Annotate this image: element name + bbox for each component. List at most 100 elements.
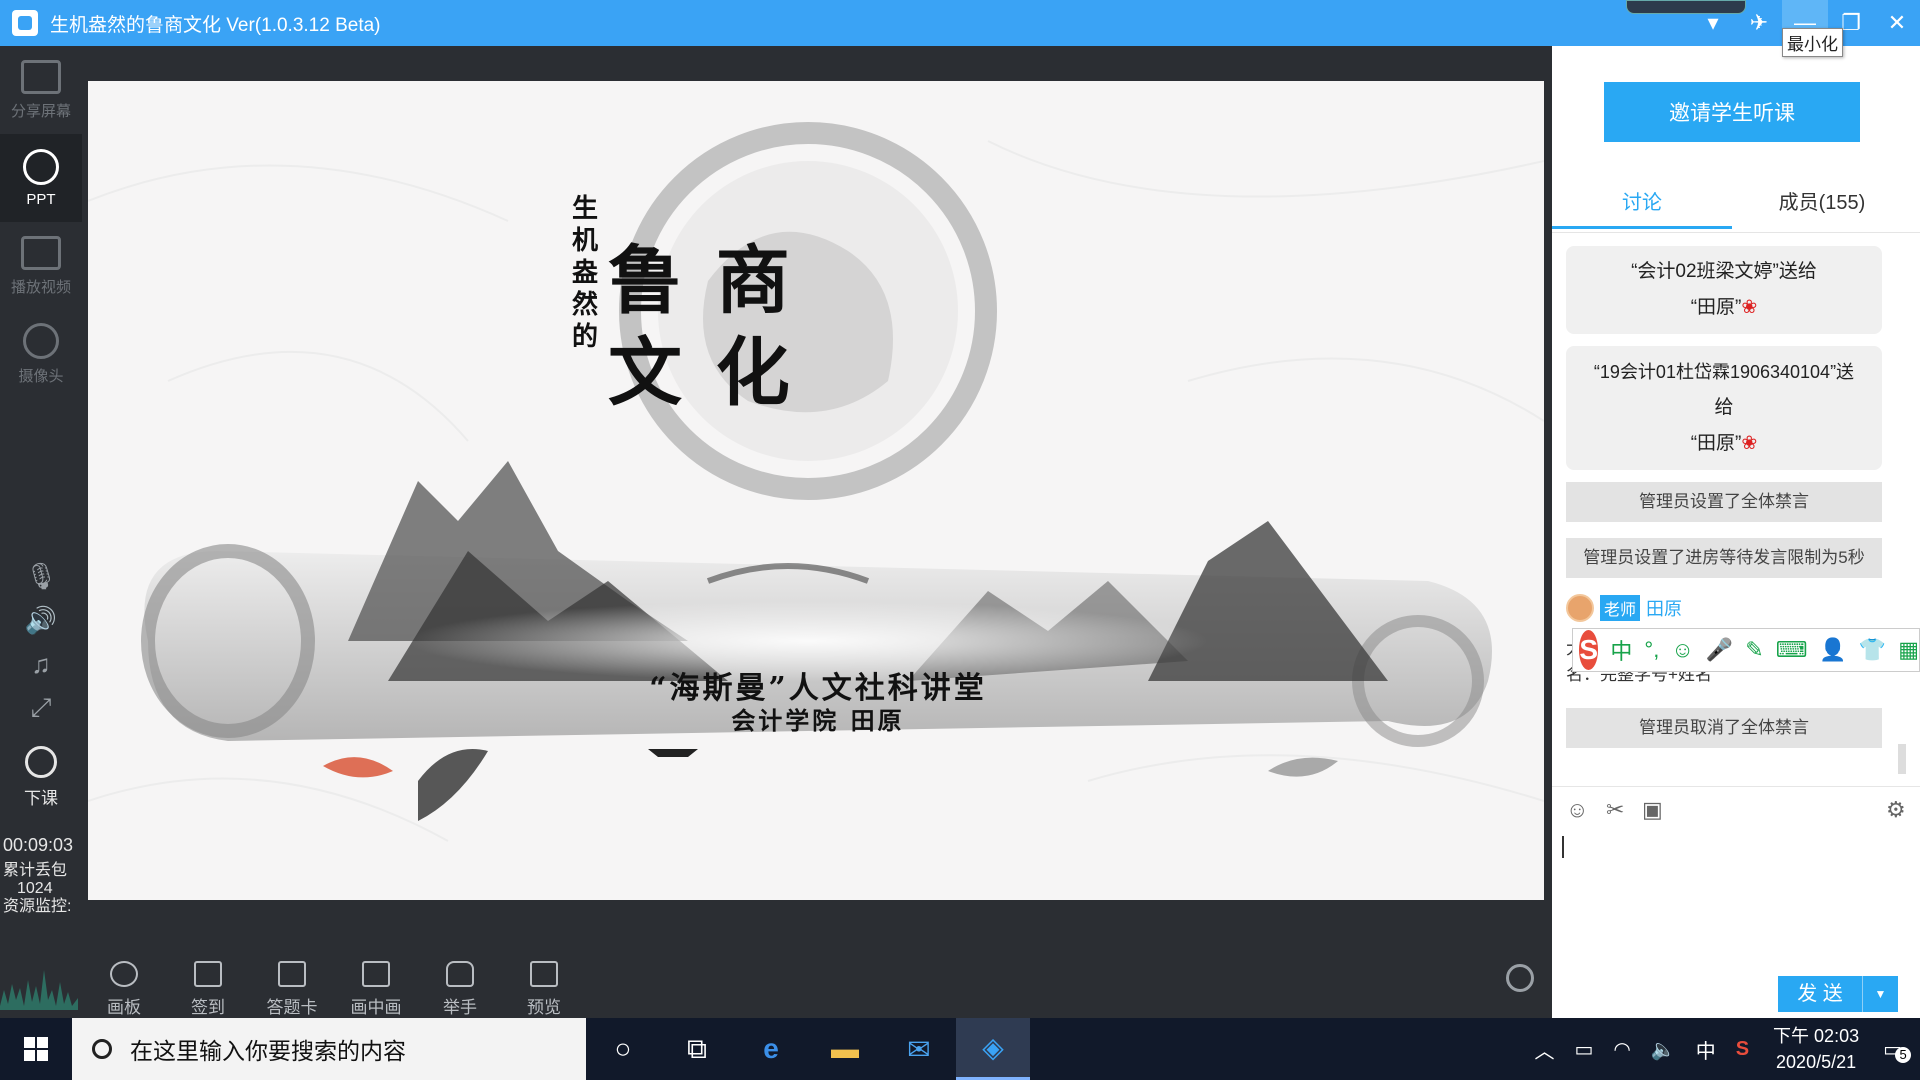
resource-monitor-graph (0, 960, 78, 1010)
slide-vertical-title: 生 机 盎 然 的 (570, 193, 600, 353)
picture-in-picture-label: 画中画 (350, 998, 402, 1017)
raise-hand-label: 举手 (443, 998, 477, 1017)
emoji-icon[interactable]: ☺ (1566, 797, 1588, 823)
music-icon[interactable]: ♫ (0, 642, 82, 686)
packet-loss-label: 累计丢包 (3, 862, 68, 879)
ppt-button[interactable]: PPT (0, 134, 82, 222)
punctuation-icon[interactable]: °, (1644, 637, 1659, 663)
class-timer: 00:09:03 (3, 835, 74, 855)
gift-recipient: “田原”❀ (1690, 433, 1758, 454)
user-icon[interactable]: 👤 (1819, 637, 1846, 663)
resource-monitor-label: 资源监控: (3, 898, 72, 915)
pin-icon[interactable]: ✈ (1736, 0, 1782, 46)
end-class-button[interactable]: 下课 (0, 746, 82, 809)
slide-main-title-line1: 鲁 商 (608, 238, 794, 324)
share-screen-label: 分享屏幕 (10, 102, 71, 120)
picture-in-picture-button[interactable]: 画中画 (334, 961, 418, 1018)
keyboard-icon[interactable]: ⌨ (1776, 637, 1808, 663)
image-icon[interactable]: ▣ (1642, 797, 1663, 823)
sogou-logo-icon[interactable]: S (1579, 630, 1599, 670)
palette-label: 画板 (107, 998, 141, 1017)
edge-icon[interactable]: e (734, 1018, 808, 1080)
gift-text: “19会计01杜岱霖1906340104”送 (1593, 362, 1855, 382)
vertical-char: 的 (571, 322, 598, 352)
preview-label: 预览 (527, 998, 561, 1017)
battery-icon[interactable]: ▭ (1574, 1037, 1593, 1062)
speaker-icon[interactable]: 🔊 (0, 598, 82, 642)
tab-discussion[interactable]: 讨论 (1552, 186, 1732, 230)
vertical-char: 然 (571, 290, 598, 320)
packet-loss-value: 1024 (17, 880, 53, 897)
close-icon[interactable]: ✕ (1874, 0, 1920, 46)
session-stats: 00:09:03 累计丢包 1024 资源监控: (0, 836, 82, 916)
mail-icon[interactable]: ✉ (882, 1018, 956, 1080)
avatar (1566, 594, 1594, 622)
task-view-icon[interactable]: ⧉ (660, 1018, 734, 1080)
power-icon[interactable] (1506, 964, 1534, 992)
vertical-char: 盎 (571, 258, 598, 288)
slide-main-title-line2: 文 化 (608, 330, 794, 416)
voice-icon[interactable]: 🎤 (1706, 637, 1733, 663)
window-title: 生机盎然的鲁商文化 Ver(1.0.3.12 Beta) (50, 14, 381, 36)
check-in-button[interactable]: 签到 (166, 961, 250, 1018)
teacher-name[interactable]: 田原 (1646, 595, 1682, 621)
smile-icon[interactable]: ☺ (1671, 637, 1693, 663)
apps-icon[interactable]: ▦ (1898, 637, 1919, 663)
fullscreen-icon[interactable]: ⤢ (0, 686, 82, 730)
scissors-icon[interactable]: ✂ (1606, 797, 1624, 823)
chat-input-toolbar: ☺ ✂ ▣ ⚙ (1552, 786, 1920, 826)
ppt-slide: 生 机 盎 然 的 鲁 商 文 化 “海斯曼”人文社科讲堂 会计学院 田原 (88, 81, 1544, 900)
windows-start-button[interactable] (0, 1018, 72, 1080)
preview-button[interactable]: 预览 (502, 961, 586, 1018)
chat-messages: “会计02班梁文婷”送给 “田原”❀ “19会计01杜岱霖1906340104”… (1566, 246, 1882, 764)
ime-toolbar: S 中 °, ☺ 🎤 ✎ ⌨ 👤 👕 ▦ (1572, 628, 1920, 672)
right-panel: 邀请学生听课 讨论 成员(155) “会计02班梁文婷”送给 “田原”❀ “19… (1552, 46, 1920, 1018)
raise-hand-button[interactable]: 举手 (418, 961, 502, 1018)
system-message: 管理员取消了全体禁言 (1566, 708, 1882, 748)
classroom-app-icon[interactable]: ◈ (956, 1018, 1030, 1080)
vertical-char: 机 (571, 226, 598, 256)
wifi-icon[interactable]: ◠ (1613, 1037, 1630, 1062)
palette-icon (110, 961, 138, 987)
microphone-icon[interactable]: 🎙 (0, 554, 82, 598)
shirt-icon[interactable]: 👕 (1859, 637, 1886, 663)
palette-button[interactable]: 画板 (82, 961, 166, 1018)
share-screen-icon (21, 59, 61, 94)
play-video-label: 播放视频 (10, 278, 71, 296)
vertical-char: 生 (571, 194, 598, 224)
cortana-icon[interactable]: ○ (586, 1018, 660, 1080)
send-label: 发 送 (1797, 983, 1843, 1005)
search-icon (92, 1039, 112, 1059)
slide-artwork (88, 81, 1544, 900)
system-message: 管理员设置了进房等待发言限制为5秒 (1566, 538, 1882, 578)
taskbar-search[interactable]: 在这里输入你要搜索的内容 (72, 1018, 586, 1080)
send-button[interactable]: 发 送 ▼ (1778, 976, 1898, 1012)
play-video-button[interactable]: 播放视频 (0, 222, 82, 310)
input-language[interactable]: 中 (1696, 1035, 1716, 1064)
share-screen-button[interactable]: 分享屏幕 (0, 46, 82, 134)
notification-icon[interactable]: ▭ 5 (1883, 1037, 1912, 1063)
camera-button[interactable]: 摄像头 (0, 310, 82, 398)
notification-count: 5 (1895, 1046, 1912, 1063)
volume-icon[interactable]: 🔈 (1651, 1037, 1676, 1062)
ime-mode-toggle[interactable]: 中 (1610, 634, 1632, 666)
chat-scrollbar[interactable] (1898, 744, 1906, 774)
rose-icon: ❀ (1741, 297, 1758, 318)
answer-card-button[interactable]: 答题卡 (250, 961, 334, 1018)
chevron-up-icon[interactable]: ︿ (1534, 1035, 1554, 1064)
power-icon (25, 746, 57, 778)
settings-icon[interactable]: ⚙ (1886, 797, 1906, 823)
gift-text-cont: 给 (1714, 397, 1734, 418)
chevron-down-icon[interactable]: ▼ (1862, 976, 1898, 1012)
file-explorer-icon[interactable]: ▬ (808, 1018, 882, 1080)
invite-students-button[interactable]: 邀请学生听课 (1604, 82, 1860, 142)
sogou-tray-icon[interactable]: S (1736, 1038, 1749, 1061)
bottom-toolbar: 画板 签到 答题卡 画中画 举手 预览 (82, 950, 1552, 1018)
tab-members[interactable]: 成员(155) (1732, 186, 1912, 230)
chat-input-cursor[interactable] (1562, 836, 1564, 858)
picture-in-picture-icon (362, 961, 390, 987)
taskbar-clock[interactable]: 下午 02:03 2020/5/21 (1773, 1023, 1859, 1075)
chevron-down-icon[interactable]: ▾ (1690, 0, 1736, 46)
pen-icon[interactable]: ✎ (1745, 637, 1763, 663)
system-tray: ︿ ▭ ◠ 🔈 中 S 下午 02:03 2020/5/21 ▭ 5 (1524, 1018, 1920, 1080)
